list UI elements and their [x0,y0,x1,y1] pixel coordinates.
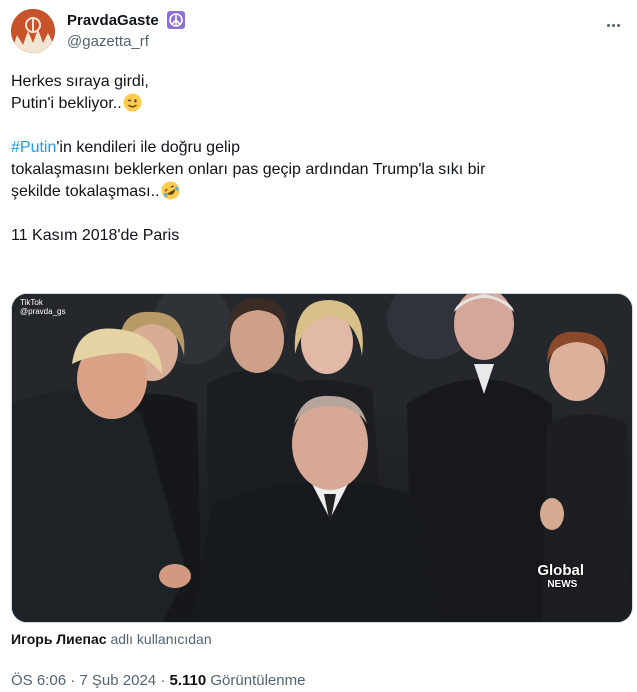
media-credit-suffix: adlı kullanıcıdan [110,631,212,647]
tweet-meta: ÖS 6:06 · 7 Şub 2024 · 5.110 Görüntülenm… [11,672,305,689]
tweet-video[interactable]: TikTok @pravda_gs Global NEWS [11,293,633,623]
tweet-line-text: 'in kendileri ile doğru gelip [56,139,240,156]
tweet-line: #Putin'in kendileri ile doğru gelip [11,137,611,159]
more-options-icon[interactable] [601,15,625,35]
meta-separator: · [70,672,76,689]
rolling-laughing-emoji-icon [161,181,180,200]
author-display-name[interactable]: PravdaGaste [67,12,159,29]
tweet-line: 11 Kasım 2018'de Paris [11,227,180,244]
author-names: PravdaGaste @gazetta_rf [67,11,186,50]
media-credit-name[interactable]: Игорь Лиепас [11,631,107,647]
tweet-line-text: şekilde tokalaşması.. [11,183,160,200]
media-credit: Игорь Лиепас adlı kullanıcıdan [11,631,212,647]
global-news-logo-line1: Global [537,562,584,579]
winking-face-emoji-icon [123,93,142,112]
tweet-line: tokalaşmasını beklerken onları pas geçip… [11,161,486,178]
author-avatar[interactable] [11,9,55,53]
tweet-line: Herkes sıraya girdi, [11,73,149,90]
author-handle[interactable]: @gazetta_rf [67,33,185,50]
tweet-line: şekilde tokalaşması.. [11,181,611,203]
tweet-line: Putin'i bekliyor.. [11,93,611,115]
peace-symbol-icon [167,11,186,29]
view-count: 5.110 [169,672,207,689]
tweet-date[interactable]: 7 Şub 2024 [79,672,156,689]
view-count-label: Görüntülenme [210,672,306,689]
tiktok-watermark: TikTok @pravda_gs [20,298,65,316]
tweet-time[interactable]: ÖS 6:06 [11,672,66,689]
tiktok-watermark-handle: @pravda_gs [20,307,66,316]
hashtag-link[interactable]: #Putin [11,139,56,156]
tiktok-watermark-label: TikTok [20,298,43,307]
global-news-logo-line2: NEWS [547,579,578,590]
meta-separator: · [160,672,166,689]
global-news-logo: Global NEWS [537,562,584,592]
tweet-line-text: Putin'i bekliyor.. [11,95,122,112]
tweet-header: PravdaGaste @gazetta_rf [11,9,627,57]
tweet-text: Herkes sıraya girdi, Putin'i bekliyor.. … [11,71,611,247]
